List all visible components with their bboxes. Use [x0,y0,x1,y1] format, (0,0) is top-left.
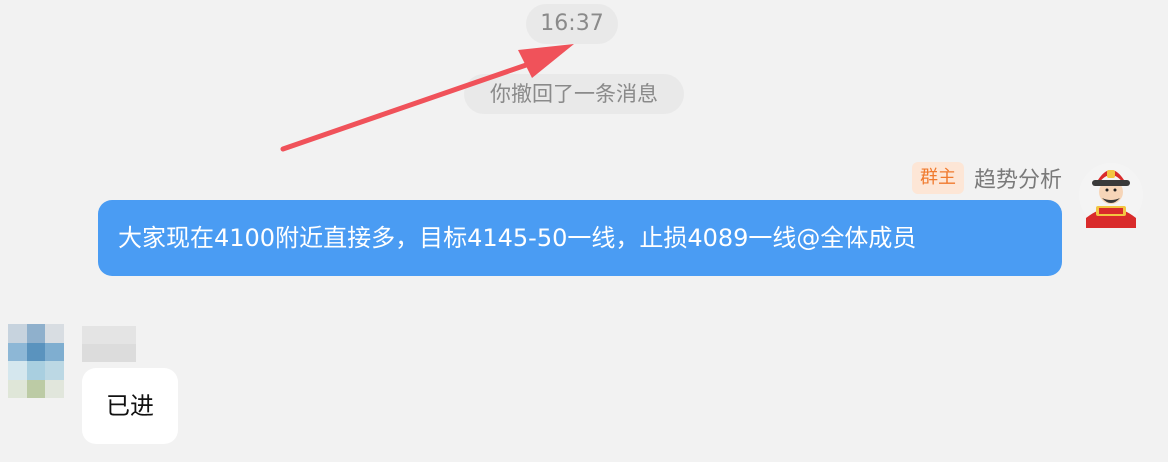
message-bubble-received[interactable]: 已进 [82,368,178,444]
owner-badge: 群主 [911,162,964,194]
blurred-sender-name [82,344,136,362]
blurred-avatar-icon[interactable] [8,324,64,398]
recall-notice: 你撤回了一条消息 [464,74,684,114]
message-timestamp: 16:37 [526,4,618,44]
caishen-avatar-icon[interactable] [1078,162,1144,228]
sender-name[interactable]: 趋势分析 [974,162,1062,194]
sender-row: 群主 趋势分析 [911,160,1062,196]
message-bubble-sent[interactable]: 大家现在4100附近直接多，目标4145-50一线，止损4089一线@全体成员 [98,200,1062,276]
blurred-sender-name [82,326,136,344]
